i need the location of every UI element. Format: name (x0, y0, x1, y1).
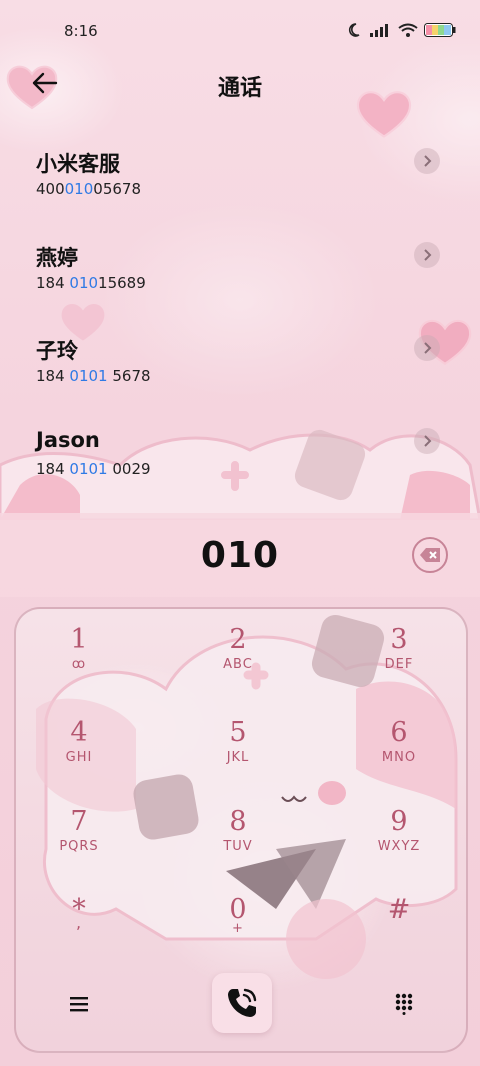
contact-number: 184 0101 5678 (36, 367, 151, 385)
key-6[interactable]: 6 MNO (339, 716, 459, 796)
contact-name: 子玲 (36, 339, 78, 363)
contact-item[interactable]: 燕婷 184 01015689 (0, 242, 480, 336)
key-star[interactable]: *, (19, 893, 139, 973)
contact-item[interactable]: 小米客服 40001005678 (0, 148, 480, 242)
battery-icon (424, 23, 456, 41)
status-bar: 8:16 (0, 0, 480, 60)
moon-icon (348, 22, 364, 42)
chevron-right-icon[interactable] (414, 428, 440, 454)
dialed-number: 010 (200, 535, 280, 576)
key-0[interactable]: 0 + (178, 893, 298, 973)
dial-input-bar: 010 (0, 513, 480, 597)
chevron-right-icon[interactable] (414, 242, 440, 268)
signal-icon (370, 23, 392, 41)
contact-item[interactable]: Jason 184 0101 0029 (0, 428, 480, 522)
dialpad: 1ꝏ 2 ABC 3 DEF 4 GHI 5 JKL 6 MNO 7 PQRS 8 TUV 9… (14, 607, 468, 1053)
backspace-icon[interactable] (412, 537, 448, 573)
key-8[interactable]: 8 TUV (178, 805, 298, 885)
key-3[interactable]: 3 DEF (339, 623, 459, 703)
key-hash[interactable]: # (339, 893, 459, 973)
key-1[interactable]: 1ꝏ (19, 623, 139, 703)
contact-name: 燕婷 (36, 246, 78, 270)
dialpad-icon[interactable] (381, 981, 427, 1027)
wifi-icon (398, 23, 418, 41)
page-title: 通话 (217, 76, 262, 101)
key-9[interactable]: 9 WXYZ (339, 805, 459, 885)
contact-name: 小米客服 (36, 152, 120, 176)
contact-number: 184 01015689 (36, 274, 146, 292)
contact-item[interactable]: 子玲 184 0101 5678 (0, 335, 480, 429)
key-7[interactable]: 7 PQRS (19, 805, 139, 885)
status-time: 8:16 (64, 22, 98, 40)
contact-number: 184 0101 0029 (36, 460, 151, 478)
contact-number: 40001005678 (36, 180, 141, 198)
contact-name: Jason (36, 428, 100, 452)
header: 通话 (0, 60, 480, 106)
menu-icon[interactable] (56, 981, 102, 1027)
chevron-right-icon[interactable] (414, 148, 440, 174)
key-4[interactable]: 4 GHI (19, 716, 139, 796)
chevron-right-icon[interactable] (414, 335, 440, 361)
key-5[interactable]: 5 JKL (178, 716, 298, 796)
key-2[interactable]: 2 ABC (178, 623, 298, 703)
phone-call-icon[interactable] (212, 973, 272, 1033)
